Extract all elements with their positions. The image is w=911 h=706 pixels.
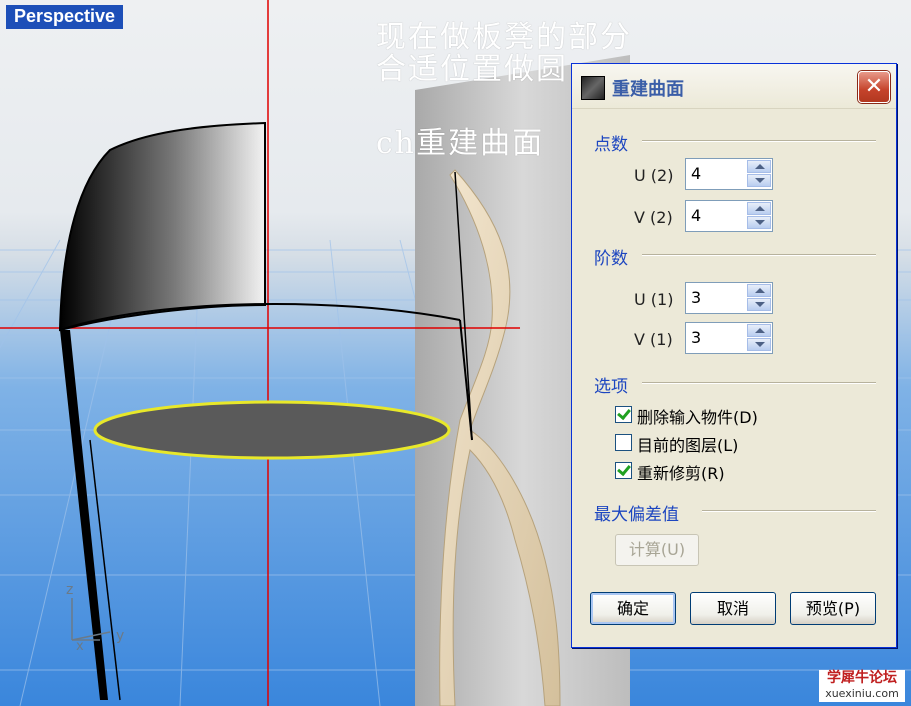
note-line-2: 合适位置做圆	[376, 52, 568, 87]
spin-down-icon[interactable]	[747, 174, 771, 187]
checkbox-checked[interactable]	[615, 406, 632, 423]
degree-u-label: U (1)	[634, 290, 674, 309]
rhino-app-icon	[581, 76, 605, 100]
divider	[642, 382, 876, 384]
note-line-1: 现在做板凳的部分	[376, 20, 632, 55]
degree-u-spinner[interactable]: 3	[685, 282, 773, 314]
spin-down-icon[interactable]	[747, 216, 771, 229]
rebuild-surface-dialog: 重建曲面 ✕ 点数 U (2) 4 V (2) 4 阶数 U (1) 3 V (…	[571, 63, 897, 648]
site-watermark: 学犀牛论坛 xuexiniu.com	[819, 670, 905, 702]
divider	[642, 140, 876, 142]
calculate-button[interactable]: 计算(U)	[615, 534, 699, 566]
point-u-spinner[interactable]: 4	[685, 158, 773, 190]
point-v-label: V (2)	[634, 208, 673, 227]
axis-y-label: y	[116, 628, 124, 644]
spin-up-icon[interactable]	[747, 324, 771, 337]
watermark-title: 学犀牛论坛	[827, 670, 897, 686]
watermark-url: xuexiniu.com	[825, 687, 899, 700]
degree-heading: 阶数	[594, 249, 628, 269]
spin-up-icon[interactable]	[747, 284, 771, 297]
note-line-3: ch重建曲面	[376, 126, 545, 161]
option-label: 删除输入物件(D)	[637, 408, 758, 427]
options-heading: 选项	[594, 377, 628, 397]
front-leg	[60, 330, 108, 700]
divider	[702, 510, 876, 512]
point-v-value[interactable]: 4	[691, 206, 701, 225]
preview-button[interactable]: 预览(P)	[790, 592, 876, 625]
degree-v-spinner[interactable]: 3	[685, 322, 773, 354]
circle-curve	[93, 400, 451, 460]
spin-down-icon[interactable]	[747, 298, 771, 311]
option-label: 目前的图层(L)	[637, 436, 739, 455]
degree-u-value[interactable]: 3	[691, 288, 701, 307]
option-label: 重新修剪(R)	[637, 464, 725, 483]
axis-x-label: x	[76, 639, 84, 654]
degree-v-label: V (1)	[634, 330, 673, 349]
divider	[642, 254, 876, 256]
point-count-heading: 点数	[594, 135, 628, 155]
spin-up-icon[interactable]	[747, 202, 771, 215]
dialog-titlebar[interactable]: 重建曲面 ✕	[572, 64, 896, 109]
point-v-spinner[interactable]: 4	[685, 200, 773, 232]
ok-button[interactable]: 确定	[590, 592, 676, 625]
checkbox-checked[interactable]	[615, 462, 632, 479]
axis-z-label: z	[66, 582, 73, 598]
point-u-label: U (2)	[634, 166, 674, 185]
viewport-title[interactable]: Perspective	[6, 5, 124, 29]
dialog-title: 重建曲面	[612, 79, 684, 100]
degree-v-value[interactable]: 3	[691, 328, 701, 347]
chair-back-surface	[58, 121, 266, 332]
checkbox-unchecked[interactable]	[615, 434, 632, 451]
spin-up-icon[interactable]	[747, 160, 771, 173]
close-button[interactable]: ✕	[858, 71, 890, 103]
spin-down-icon[interactable]	[747, 338, 771, 351]
max-deviation-heading: 最大偏差值	[594, 505, 679, 525]
point-u-value[interactable]: 4	[691, 164, 701, 183]
cancel-button[interactable]: 取消	[690, 592, 776, 625]
